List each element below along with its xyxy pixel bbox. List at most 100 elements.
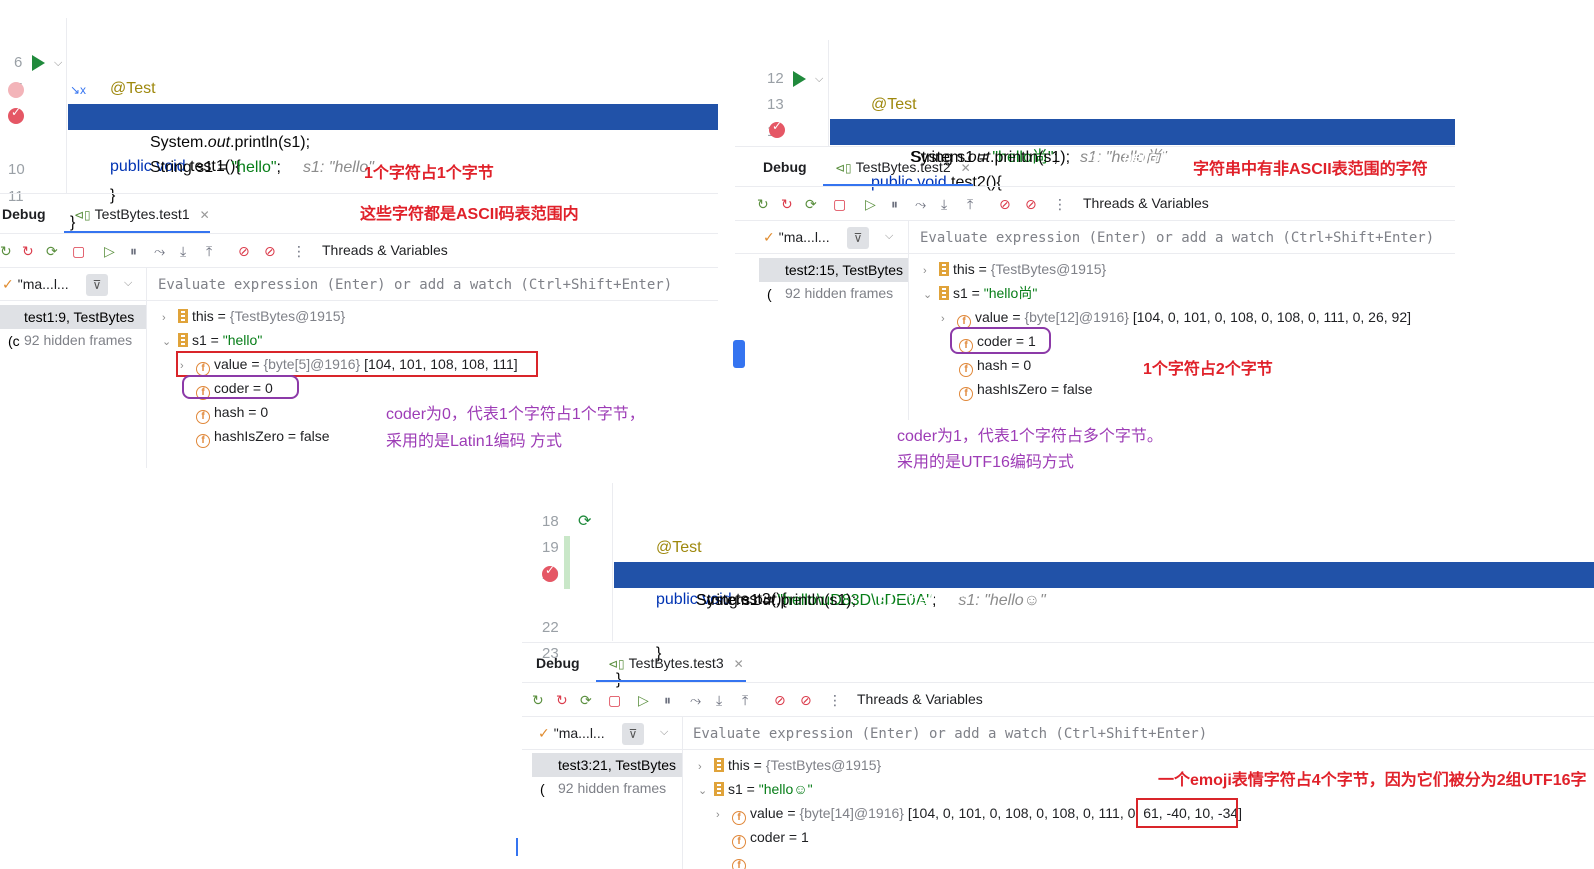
breakpoint-icon[interactable] [542,563,558,582]
run-test-icon[interactable]: ⟳ [578,509,591,535]
evaluate-expression-input[interactable]: Evaluate expression (Enter) or add a wat… [920,230,1434,246]
restart-icon[interactable]: ⟳ [580,692,592,708]
var-name: value [750,805,784,821]
hidden-frames[interactable]: 92 hidden frames [558,780,666,796]
annotation-note: coder为1，代表1个字符占多个字节。 [897,428,1163,445]
var-hash[interactable]: f hash = 0 [196,402,268,424]
stack-frame[interactable]: test3:21, TestBytes ( [532,753,682,797]
close-icon[interactable]: ✕ [734,657,744,671]
mute-breakpoints-icon[interactable]: ⊘ [1025,196,1037,212]
var-coder[interactable]: f coder = 1 [732,827,809,849]
breakpoint-icon[interactable] [8,105,24,124]
resume-icon[interactable]: ▷ [865,196,876,212]
step-out-icon[interactable]: ⤒ [967,196,973,212]
filter-icon[interactable]: ⊽ [847,227,869,249]
step-over-icon[interactable]: ⤳ [915,196,926,212]
restart-icon[interactable]: ⟳ [805,196,817,212]
chevron-down-icon[interactable]: ⌵ [885,230,893,243]
chevron-down-icon[interactable]: ⌵ [124,277,132,290]
pause-icon[interactable]: ⏸ [891,196,898,212]
breakpoint-icon[interactable] [769,119,785,138]
step-out-icon[interactable]: ⤒ [742,692,748,708]
step-out-icon[interactable]: ⤒ [206,243,212,259]
run-icon[interactable] [32,55,45,71]
rerun-icon[interactable]: ↻ [757,196,769,212]
resume-icon[interactable]: ▷ [104,243,115,259]
rerun-failed-icon[interactable]: ↻ [781,196,793,212]
stop-icon[interactable]: ▢ [833,196,846,212]
run-icon[interactable] [793,71,806,87]
mute-breakpoints-icon[interactable]: ⊘ [264,243,276,259]
more-icon[interactable]: ⋮ [1053,196,1067,212]
var-s1[interactable]: ⌄ s1 = "hello尚" [923,283,1037,305]
stop-icon[interactable]: ▢ [608,692,621,708]
var-name: s1 [192,332,207,348]
mute-breakpoints-icon[interactable]: ⊘ [800,692,812,708]
chevron-down-icon[interactable]: ⌵ [660,726,668,739]
breakpoint-muted-icon[interactable] [8,82,24,98]
var-more[interactable]: f [732,851,750,869]
chevron-down-icon[interactable]: ⌵ [54,50,62,76]
step-into-icon[interactable]: ⤓ [180,243,186,259]
rerun-icon[interactable]: ↻ [532,692,544,708]
view-breakpoints-icon[interactable]: ⊘ [774,692,786,708]
stack-frame[interactable]: test1:9, TestBytes (c [0,305,146,349]
evaluate-expression-input[interactable]: Evaluate expression (Enter) or add a wat… [693,726,1207,742]
pause-icon[interactable]: ⏸ [130,243,137,259]
debug-panel-test1: 6 @Test 7 ⌵ public void test1(){ ↘x Stri… [0,18,718,468]
more-icon[interactable]: ⋮ [292,243,306,259]
var-s1[interactable]: ⌄ s1 = "hello☺" [698,779,813,801]
var-s1[interactable]: ⌄ s1 = "hello" [162,330,262,352]
tab-testbytes-test1[interactable]: ⊲▯ TestBytes.test1 ✕ [74,194,210,235]
var-value[interactable]: › f value = {byte[12]@1916} [104, 0, 101, … [941,307,1411,329]
var-hashiszero[interactable]: f hashIsZero = false [959,379,1093,401]
var-name: this [192,308,214,324]
evaluate-expression-input[interactable]: Evaluate expression (Enter) or add a wat… [158,277,672,293]
var-this[interactable]: › this = {TestBytes@1915} [698,755,881,777]
thread-selector[interactable]: ✓ "ma...l... [2,276,69,293]
more-icon[interactable]: ⋮ [828,692,842,708]
stop-icon[interactable]: ▢ [72,243,85,259]
close-icon[interactable]: ✕ [200,208,210,222]
annotation-note: 一个emoji表情字符占4个字节，因为它们被分为2组UTF16字 [1158,772,1587,789]
var-this[interactable]: › this = {TestBytes@1915} [162,306,345,328]
step-over-icon[interactable]: ⤳ [690,692,701,708]
var-name: value [975,309,1009,325]
side-panel-handle[interactable] [733,340,745,368]
hidden-frames[interactable]: 92 hidden frames [24,332,132,348]
field-list-icon [714,758,724,772]
tab-label: TestBytes.test3 [628,655,724,671]
code-editor: 6 @Test 7 ⌵ public void test1(){ ↘x Stri… [0,18,718,231]
debug-title: Debug [763,159,807,175]
current-execution-line: System.out.println(s1); s1: "hello" [68,104,718,151]
chevron-down-icon[interactable]: ⌵ [815,66,823,92]
var-hashiszero[interactable]: f hashIsZero = false [196,426,330,448]
rerun-icon[interactable]: ↻ [0,243,12,259]
rerun-failed-icon[interactable]: ↻ [556,692,568,708]
thread-selector[interactable]: ✓ "ma...l... [538,725,605,742]
field-list-icon [939,262,949,276]
hidden-frames[interactable]: 92 hidden frames [785,285,893,301]
restart-icon[interactable]: ⟳ [46,243,58,259]
step-into-icon[interactable]: ⤓ [716,692,722,708]
check-icon: ✓ [2,276,14,292]
filter-icon[interactable]: ⊽ [86,274,108,296]
var-this[interactable]: › this = {TestBytes@1915} [923,259,1106,281]
stack-frame[interactable]: test2:15, TestBytes ( [759,258,908,302]
field-list-icon [178,309,188,323]
highlight-box-coder [950,327,1051,354]
var-hash[interactable]: f hash = 0 [959,355,1031,377]
resume-icon[interactable]: ▷ [638,692,649,708]
rerun-failed-icon[interactable]: ↻ [22,243,34,259]
close-icon[interactable]: ✕ [961,161,971,175]
step-into-icon[interactable]: ⤓ [941,196,947,212]
thread-selector[interactable]: ✓ "ma...l... [763,229,830,246]
view-breakpoints-icon[interactable]: ⊘ [999,196,1011,212]
view-breakpoints-icon[interactable]: ⊘ [238,243,250,259]
step-over-icon[interactable]: ⤳ [154,243,165,259]
pause-icon[interactable]: ⏸ [664,692,671,708]
var-text: hash = 0 [214,404,269,420]
filter-icon[interactable]: ⊽ [622,723,644,745]
tab-testbytes-test3[interactable]: ⊲▯ TestBytes.test3 ✕ [608,643,744,684]
tab-testbytes-test2[interactable]: ⊲▯ TestBytes.test2 ✕ [835,147,971,188]
